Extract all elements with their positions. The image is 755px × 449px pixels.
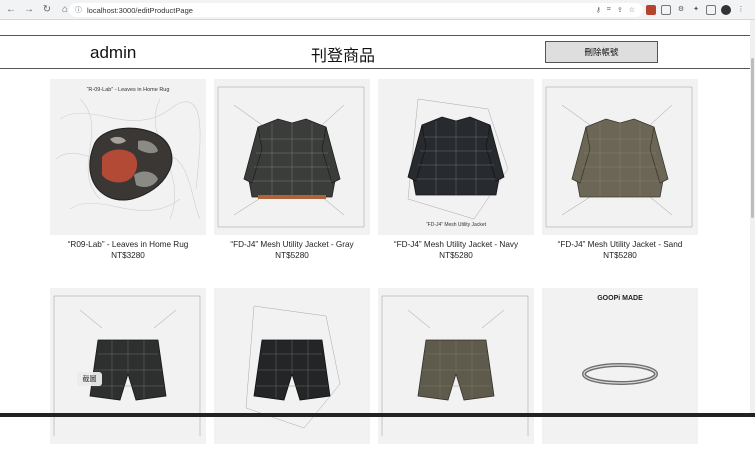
edit-product-page: admin 刊登商品 刪除帳號 “R-09-Lab” - Leaves in H… [0, 20, 750, 417]
product-card[interactable]: “FD-J4” Mesh Utility Jacket “FD-J4” Mesh… [378, 79, 534, 260]
product-image[interactable] [542, 79, 698, 235]
os-taskbar [0, 413, 755, 417]
product-image[interactable] [50, 288, 206, 444]
product-image[interactable] [378, 288, 534, 444]
product-card[interactable] [50, 288, 206, 449]
product-card[interactable]: “R-09-Lab” - Leaves in Home Rug “R09-Lab… [50, 79, 206, 260]
product-name[interactable]: “FD-J4” Mesh Utility Jacket - Navy [378, 240, 534, 249]
extension-icon[interactable] [661, 5, 671, 15]
reload-icon[interactable]: ↻ [40, 3, 54, 17]
delete-account-button[interactable]: 刪除帳號 [545, 41, 658, 63]
image-caption: GOOPi MADE [597, 295, 643, 302]
product-card[interactable] [378, 288, 534, 449]
extension-icon[interactable] [646, 5, 656, 15]
browser-toolbar: ← → ↻ ⌂ ⓘ localhost:3000/editProductPage… [0, 0, 755, 20]
product-name[interactable]: “FD-J4” Mesh Utility Jacket - Sand [542, 240, 698, 249]
page-title: 刊登商品 [311, 42, 375, 66]
product-card[interactable]: GOOPi MADE [542, 288, 698, 449]
brand-admin[interactable]: admin [90, 43, 136, 63]
key-icon[interactable]: ⚷ [596, 6, 601, 14]
product-name[interactable]: “FD-J4” Mesh Utility Jacket - Gray [214, 240, 370, 249]
extension-icon[interactable]: ⚙ [676, 5, 686, 15]
address-bar[interactable]: ⓘ localhost:3000/editProductPage ⚷ ⌗ ⇪ ☆ [69, 3, 643, 17]
share-icon[interactable]: ⇪ [617, 6, 623, 14]
back-icon[interactable]: ← [4, 3, 18, 17]
scrollbar-thumb[interactable] [751, 58, 754, 218]
page-header: admin 刊登商品 刪除帳號 [0, 35, 750, 69]
product-card[interactable]: “FD-J4” Mesh Utility Jacket - Sand NT$52… [542, 79, 698, 260]
product-name[interactable]: “R09-Lab” - Leaves in Home Rug [50, 240, 206, 249]
product-image[interactable]: “FD-J4” Mesh Utility Jacket [378, 79, 534, 235]
page-scrollbar[interactable] [750, 20, 755, 417]
forward-icon[interactable]: → [22, 3, 36, 17]
product-price: NT$5280 [542, 251, 698, 260]
product-price: NT$5280 [378, 251, 534, 260]
product-image[interactable] [214, 288, 370, 444]
site-info-icon[interactable]: ⓘ [75, 5, 82, 15]
sidebar-icon[interactable] [706, 5, 716, 15]
profile-avatar[interactable] [721, 5, 731, 15]
image-caption: “R-09-Lab” - Leaves in Home Rug [87, 87, 170, 93]
product-price: NT$3280 [50, 251, 206, 260]
product-price: NT$5280 [214, 251, 370, 260]
product-card[interactable] [214, 288, 370, 449]
puzzle-icon[interactable]: ✦ [691, 5, 701, 15]
url-text: localhost:3000/editProductPage [87, 6, 193, 15]
bookmark-star-icon[interactable]: ☆ [629, 6, 635, 14]
product-card[interactable]: “FD-J4” Mesh Utility Jacket - Gray NT$52… [214, 79, 370, 260]
translate-icon[interactable]: ⌗ [607, 6, 611, 14]
product-image[interactable]: “R-09-Lab” - Leaves in Home Rug [50, 79, 206, 235]
product-image[interactable] [214, 79, 370, 235]
menu-icon[interactable]: ⋮ [736, 5, 746, 15]
image-caption: “FD-J4” Mesh Utility Jacket [426, 222, 487, 228]
screenshot-button[interactable]: 截圖 [77, 372, 102, 386]
product-image[interactable]: GOOPi MADE [542, 288, 698, 444]
